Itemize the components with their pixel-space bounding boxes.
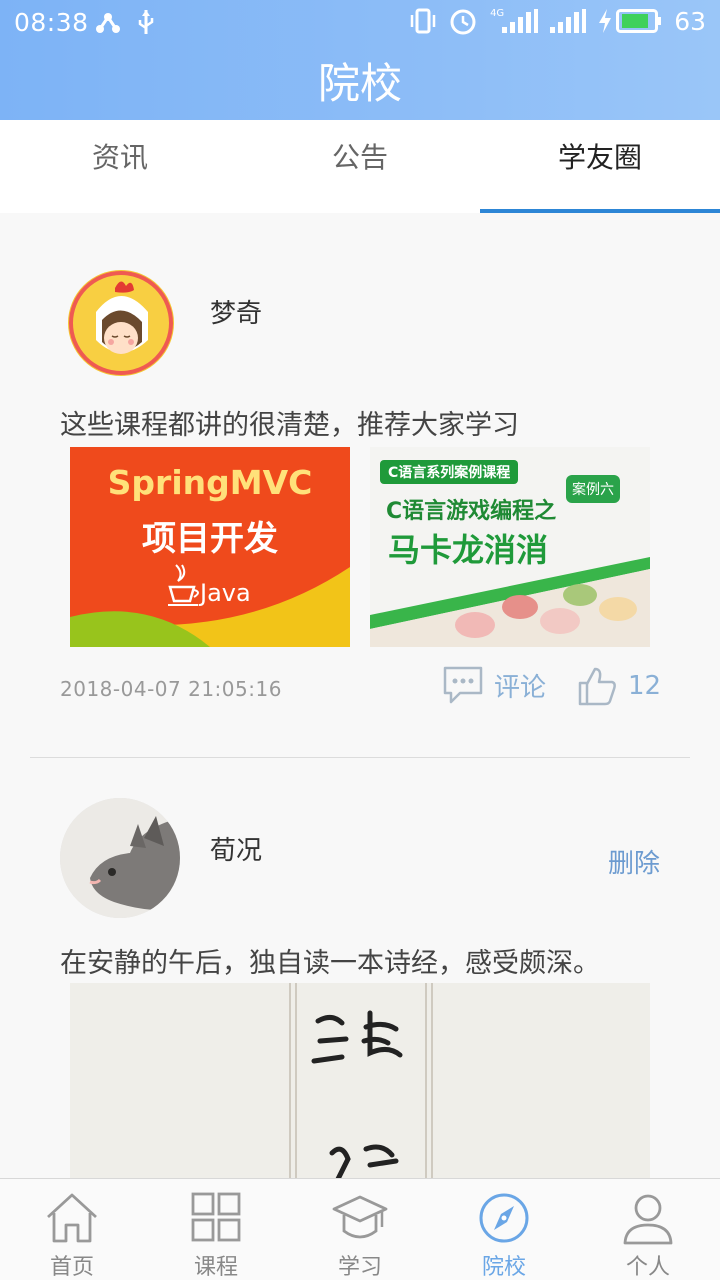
nav-profile[interactable]: 个人 [576,1179,720,1280]
feed-list[interactable]: 梦奇 这些课程都讲的很清楚，推荐大家学习 SpringMVC 项目开发 Java [0,213,720,1178]
bottom-nav: 首页 课程 学习 院校 个人 [0,1178,720,1280]
nav-label: 个人 [625,1255,670,1280]
avatar[interactable] [68,270,174,376]
app-header: 08:38 4G 63 院校 [0,0,720,120]
tab-notice[interactable]: 公告 [240,120,480,213]
tab-news[interactable]: 资讯 [0,120,240,213]
image-tag: C语言系列案例课程 [380,460,519,484]
grid-icon [191,1192,241,1242]
tab-bar: 资讯 公告 学友圈 [0,120,720,213]
like-button[interactable]: 12 [576,665,661,707]
alarm-icon [450,9,476,35]
comment-label: 评论 [494,672,547,703]
network-type: 4G [490,7,505,19]
status-time: 08:38 [14,8,89,37]
post-text: 在安静的午后，独自读一本诗经，感受颇深。 [60,948,600,979]
page-title: 院校 [317,59,402,108]
post-image-springmvc[interactable]: SpringMVC 项目开发 Java [70,447,350,647]
image-badge: 案例六 [566,475,620,503]
usb-icon [138,10,154,34]
delete-post-button[interactable]: 删除 [608,843,660,880]
vibrate-icon [410,8,436,34]
image-title-line2: 项目开发 [142,519,278,559]
image-title-line2: 马卡龙消消 [388,531,549,569]
battery-level: 63 [674,6,706,36]
nav-school[interactable]: 院校 [432,1179,576,1280]
avatar[interactable] [60,798,180,918]
image-title-line1: SpringMVC [107,463,313,502]
battery-icon [616,9,662,33]
status-bar: 08:38 4G 63 [0,0,720,46]
post-divider [30,757,690,758]
graduation-cap-icon [332,1195,388,1239]
signal-icon [502,9,539,33]
nav-study[interactable]: 学习 [288,1179,432,1280]
nav-label: 课程 [193,1255,238,1280]
nav-label: 院校 [481,1255,526,1280]
avatar-chick-girl-image [69,271,173,375]
post-image-c-game[interactable]: C语言系列案例课程 案例六 C语言游戏编程之 马卡龙消消 [370,447,650,647]
share-icon [96,13,120,33]
post-username[interactable]: 荀况 [210,830,262,867]
comment-icon [443,666,483,704]
charging-icon [599,9,612,33]
signal-icon-2 [550,9,587,33]
thumbs-up-icon [578,667,616,706]
like-count: 12 [628,671,662,701]
nav-home[interactable]: 首页 [0,1179,144,1280]
home-icon [47,1193,97,1243]
tab-classmate-circle[interactable]: 学友圈 [480,120,720,213]
nav-courses[interactable]: 课程 [144,1179,288,1280]
post-timestamp: 2018-04-07 21:05:16 [60,677,282,701]
post-text: 这些课程都讲的很清楚，推荐大家学习 [60,410,519,441]
post-image-calligraphy[interactable] [70,983,650,1178]
java-cup-icon [168,564,199,606]
nav-label: 学习 [337,1255,382,1280]
person-icon [623,1194,673,1245]
nav-label: 首页 [49,1255,94,1280]
java-brand-text: Java [200,579,251,607]
avatar-cat-image [60,798,180,918]
image-title-line1: C语言游戏编程之 [386,499,557,524]
compass-icon [479,1193,529,1243]
comment-button[interactable]: 评论 [442,665,546,705]
post-username[interactable]: 梦奇 [210,293,262,330]
